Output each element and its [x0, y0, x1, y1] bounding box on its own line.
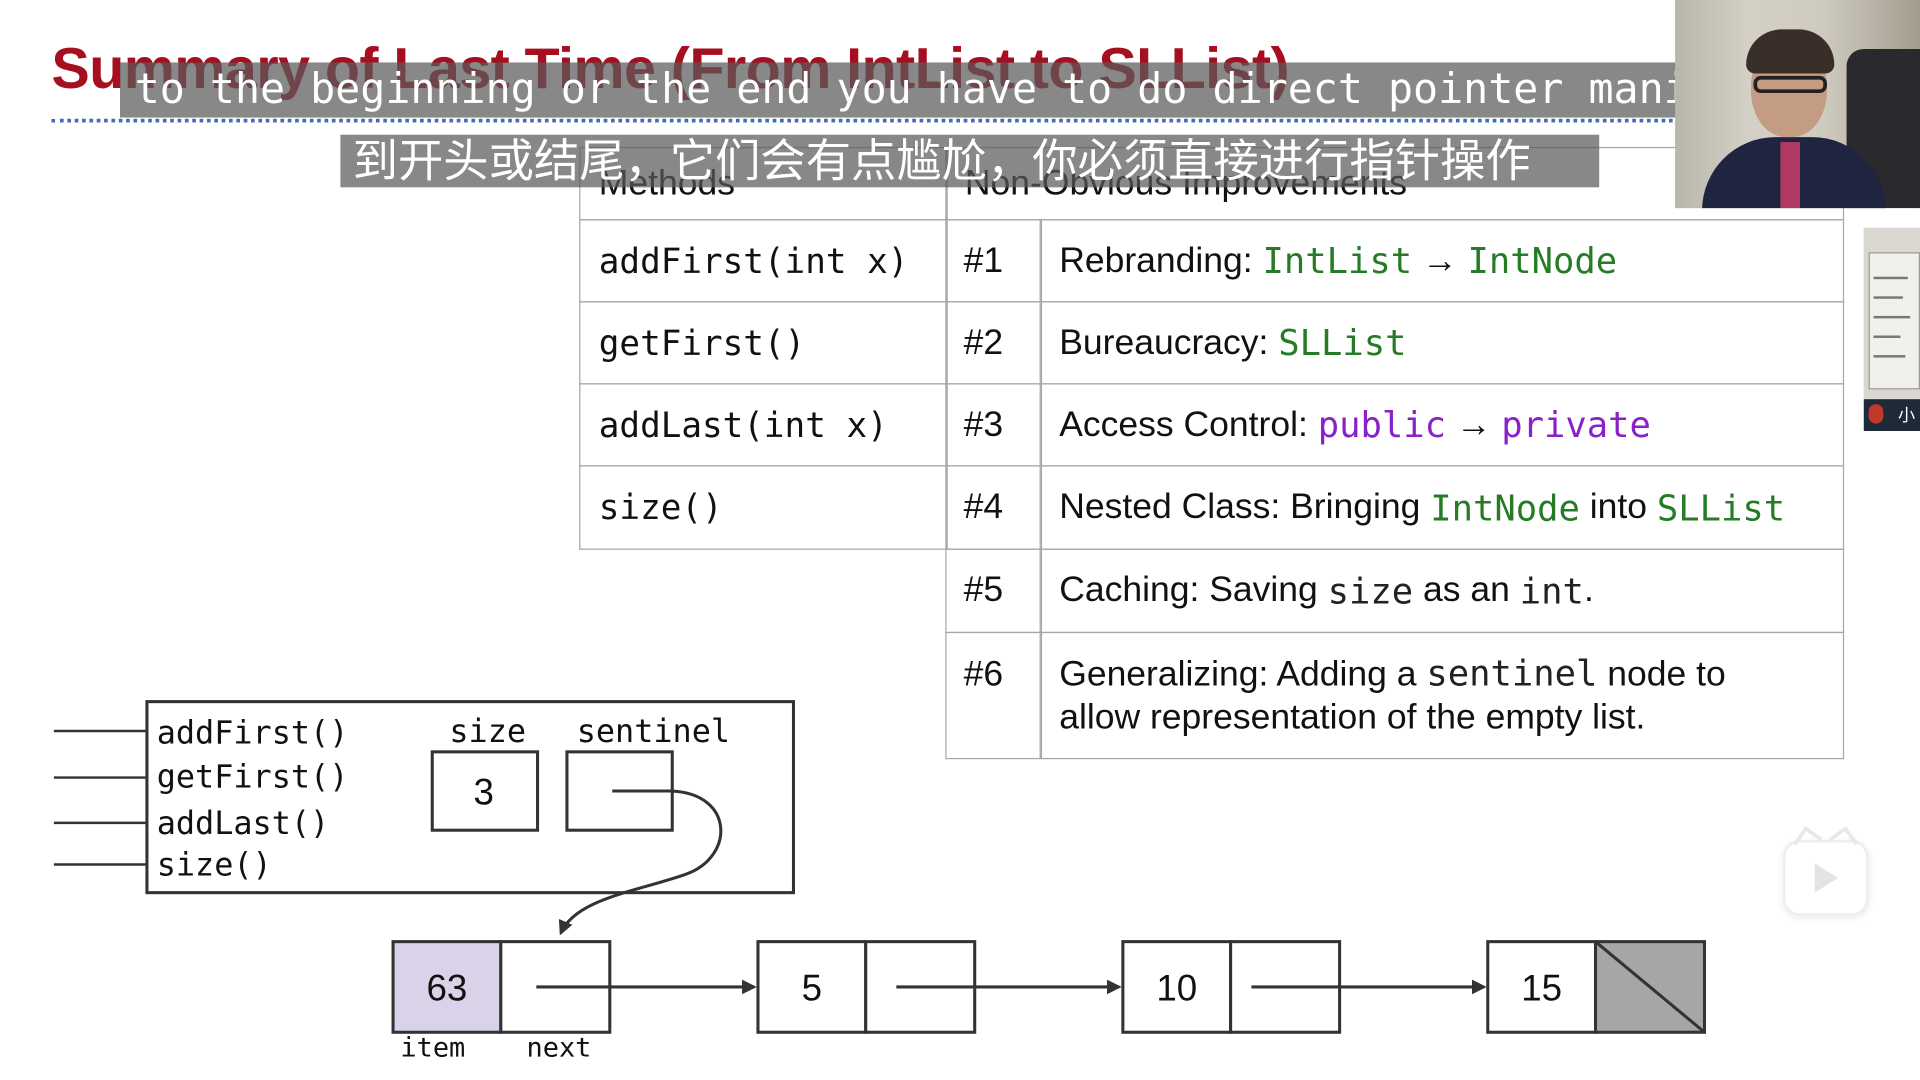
webcam-speaker-tie	[1780, 142, 1801, 209]
node-item-value: 63	[427, 967, 468, 1008]
diagram-method-label: getFirst()	[157, 757, 349, 795]
size-field-label: size	[449, 712, 526, 750]
whiteboard-line	[1873, 276, 1908, 280]
whiteboard-line	[1873, 296, 1903, 299]
diagram-method-label: addLast()	[157, 804, 329, 842]
participant-whiteboard	[1868, 252, 1920, 390]
item-label: item	[400, 1033, 465, 1064]
play-button[interactable]	[1782, 826, 1869, 916]
participant-name: 小	[1897, 405, 1916, 425]
size-value: 3	[473, 771, 493, 812]
node-item-value: 15	[1521, 967, 1562, 1008]
webcam-speaker-hair	[1746, 29, 1835, 74]
mic-muted-icon	[1868, 404, 1884, 424]
node-item-value: 5	[802, 967, 822, 1008]
node-item-value: 10	[1156, 967, 1197, 1008]
participant-name-bar: 小	[1863, 399, 1920, 432]
diagram-method-label: size()	[157, 846, 272, 884]
slide-stage: Summary of Last Time (From IntList to SL…	[0, 0, 1920, 1080]
next-label: next	[527, 1033, 592, 1064]
diagram-method-label: addFirst()	[157, 713, 349, 751]
participant-video[interactable]: 小	[1863, 227, 1920, 432]
webcam-speaker-glasses	[1753, 75, 1827, 94]
subtitle-english: to the beginning or the end you have to …	[120, 62, 1889, 118]
whiteboard-line	[1873, 355, 1906, 358]
subtitle-chinese: 到开头或结尾，它们会有点尴尬，你必须直接进行指针操作	[340, 134, 1600, 188]
speaker-webcam	[1675, 0, 1920, 209]
play-icon	[1814, 863, 1838, 893]
sentinel-field-label: sentinel	[577, 712, 730, 750]
whiteboard-line	[1873, 315, 1911, 319]
whiteboard-line	[1873, 335, 1901, 338]
